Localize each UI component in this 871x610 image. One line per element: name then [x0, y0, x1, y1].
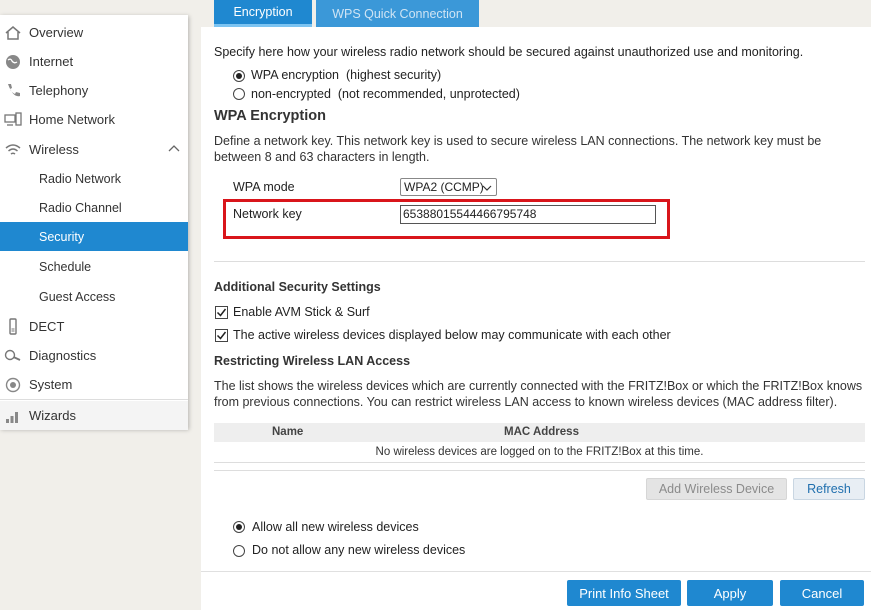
- sidebar-item-label: Radio Network: [39, 171, 121, 186]
- system-gear-icon: [2, 376, 24, 394]
- section-divider: [214, 470, 865, 471]
- sidebar-item-label: Home Network: [29, 112, 115, 127]
- network-icon: [2, 111, 24, 129]
- wpa-mode-label: WPA mode: [233, 180, 295, 194]
- sidebar-item-label: Diagnostics: [29, 348, 97, 363]
- sidebar-item-label: System: [29, 377, 73, 392]
- chevron-up-icon[interactable]: [168, 143, 180, 155]
- phone-icon: [2, 82, 24, 100]
- section-divider: [214, 261, 865, 262]
- wpa-mode-value: WPA2 (CCMP): [404, 180, 484, 194]
- sidebar-item-security[interactable]: Security: [0, 222, 188, 251]
- diagnostics-icon: [2, 347, 24, 365]
- network-key-label: Network key: [233, 207, 302, 221]
- sidebar-item-label: Wireless: [29, 142, 79, 157]
- sidebar-item-system[interactable]: System: [0, 370, 188, 399]
- sidebar-item-label: Wizards: [29, 408, 76, 423]
- sidebar-item-label: Overview: [29, 25, 84, 40]
- wpa-mode-select[interactable]: WPA2 (CCMP): [400, 178, 497, 196]
- sidebar-item-label: Radio Channel: [39, 200, 122, 215]
- cancel-button[interactable]: Cancel: [780, 580, 864, 606]
- restricting-access-heading: Restricting Wireless LAN Access: [214, 354, 411, 368]
- radio-deny-new-devices[interactable]: [233, 545, 245, 557]
- footer-divider: [201, 571, 871, 572]
- radio-wpa-label: WPA encryption (highest security): [251, 68, 441, 82]
- sidebar-item-wireless[interactable]: Wireless: [0, 135, 188, 164]
- sidebar-item-radio-network[interactable]: Radio Network: [0, 164, 188, 193]
- radio-label: non-encrypted: [251, 87, 331, 101]
- column-header-mac: MAC Address: [504, 426, 579, 438]
- sidebar-item-radio-channel[interactable]: Radio Channel: [0, 193, 188, 222]
- sidebar-item-label: Telephony: [29, 83, 89, 98]
- checkbox-stick-surf[interactable]: [215, 306, 228, 319]
- radio-deny-new-devices-label: Do not allow any new wireless devices: [252, 543, 466, 557]
- radio-non-encrypted-label: non-encrypted (not recommended, unprotec…: [251, 87, 520, 101]
- sidebar-item-home-network[interactable]: Home Network: [0, 105, 188, 134]
- radio-label: WPA encryption: [251, 68, 340, 82]
- sidebar-item-diagnostics[interactable]: Diagnostics: [0, 341, 188, 370]
- radio-non-encrypted[interactable]: [233, 88, 245, 100]
- sidebar-item-label: Security: [39, 229, 85, 244]
- globe-icon: [2, 53, 24, 71]
- print-info-sheet-button[interactable]: Print Info Sheet: [567, 580, 681, 606]
- wpa-description: Define a network key. This network key i…: [214, 134, 822, 164]
- checkbox-stick-surf-label: Enable AVM Stick & Surf: [233, 305, 370, 319]
- sidebar-item-label: Internet: [29, 54, 74, 69]
- sidebar-item-wizards[interactable]: Wizards: [0, 401, 188, 430]
- add-wireless-device-button[interactable]: Add Wireless Device: [646, 478, 787, 500]
- radio-note: (not recommended, unprotected): [337, 87, 520, 101]
- checkmark-icon: [216, 331, 227, 340]
- apply-button[interactable]: Apply: [687, 580, 773, 606]
- sidebar-item-overview[interactable]: Overview: [0, 18, 188, 47]
- tab-wps-quick-connection[interactable]: WPS Quick Connection: [316, 0, 479, 27]
- sidebar-item-dect[interactable]: DECT: [0, 312, 188, 341]
- sidebar-item-label: DECT: [29, 319, 65, 334]
- checkbox-devices-communicate[interactable]: [215, 329, 228, 342]
- sidebar-item-label: Schedule: [39, 259, 92, 274]
- sidebar-item-guest-access[interactable]: Guest Access: [0, 282, 188, 311]
- checkmark-icon: [216, 308, 227, 317]
- network-key-input[interactable]: 65388015544466795748: [400, 205, 656, 224]
- dect-handset-icon: [2, 317, 24, 336]
- main-content-panel: Specify here how your wireless radio net…: [201, 27, 871, 610]
- wifi-icon: [2, 141, 24, 159]
- home-icon: [2, 24, 24, 42]
- refresh-button[interactable]: Refresh: [793, 478, 865, 500]
- radio-note: (highest security): [345, 68, 442, 82]
- sidebar-item-label: Guest Access: [39, 289, 116, 304]
- wizard-signal-icon: [2, 407, 24, 425]
- radio-allow-new-devices[interactable]: [233, 521, 245, 533]
- radio-wpa-encryption[interactable]: [233, 70, 245, 82]
- device-table-header: Name MAC Address: [214, 423, 865, 442]
- restricting-access-description: The list shows the wireless devices whic…: [214, 379, 863, 409]
- column-header-name: Name: [272, 426, 304, 438]
- wpa-heading: WPA Encryption: [214, 108, 326, 124]
- tab-encryption[interactable]: Encryption: [214, 0, 312, 27]
- radio-allow-new-devices-label: Allow all new wireless devices: [252, 520, 419, 534]
- sidebar-divider: [0, 399, 188, 400]
- chevron-down-icon: [482, 185, 492, 191]
- additional-security-heading: Additional Security Settings: [214, 280, 381, 294]
- intro-text: Specify here how your wireless radio net…: [214, 45, 804, 59]
- device-table-empty-row: No wireless devices are logged on to the…: [214, 442, 865, 463]
- sidebar-item-telephony[interactable]: Telephony: [0, 76, 188, 105]
- checkbox-devices-communicate-label: The active wireless devices displayed be…: [233, 328, 671, 342]
- sidebar-nav: Overview Internet Telephony Home Network…: [0, 15, 188, 430]
- sidebar-item-schedule[interactable]: Schedule: [0, 252, 188, 281]
- sidebar-item-internet[interactable]: Internet: [0, 47, 188, 76]
